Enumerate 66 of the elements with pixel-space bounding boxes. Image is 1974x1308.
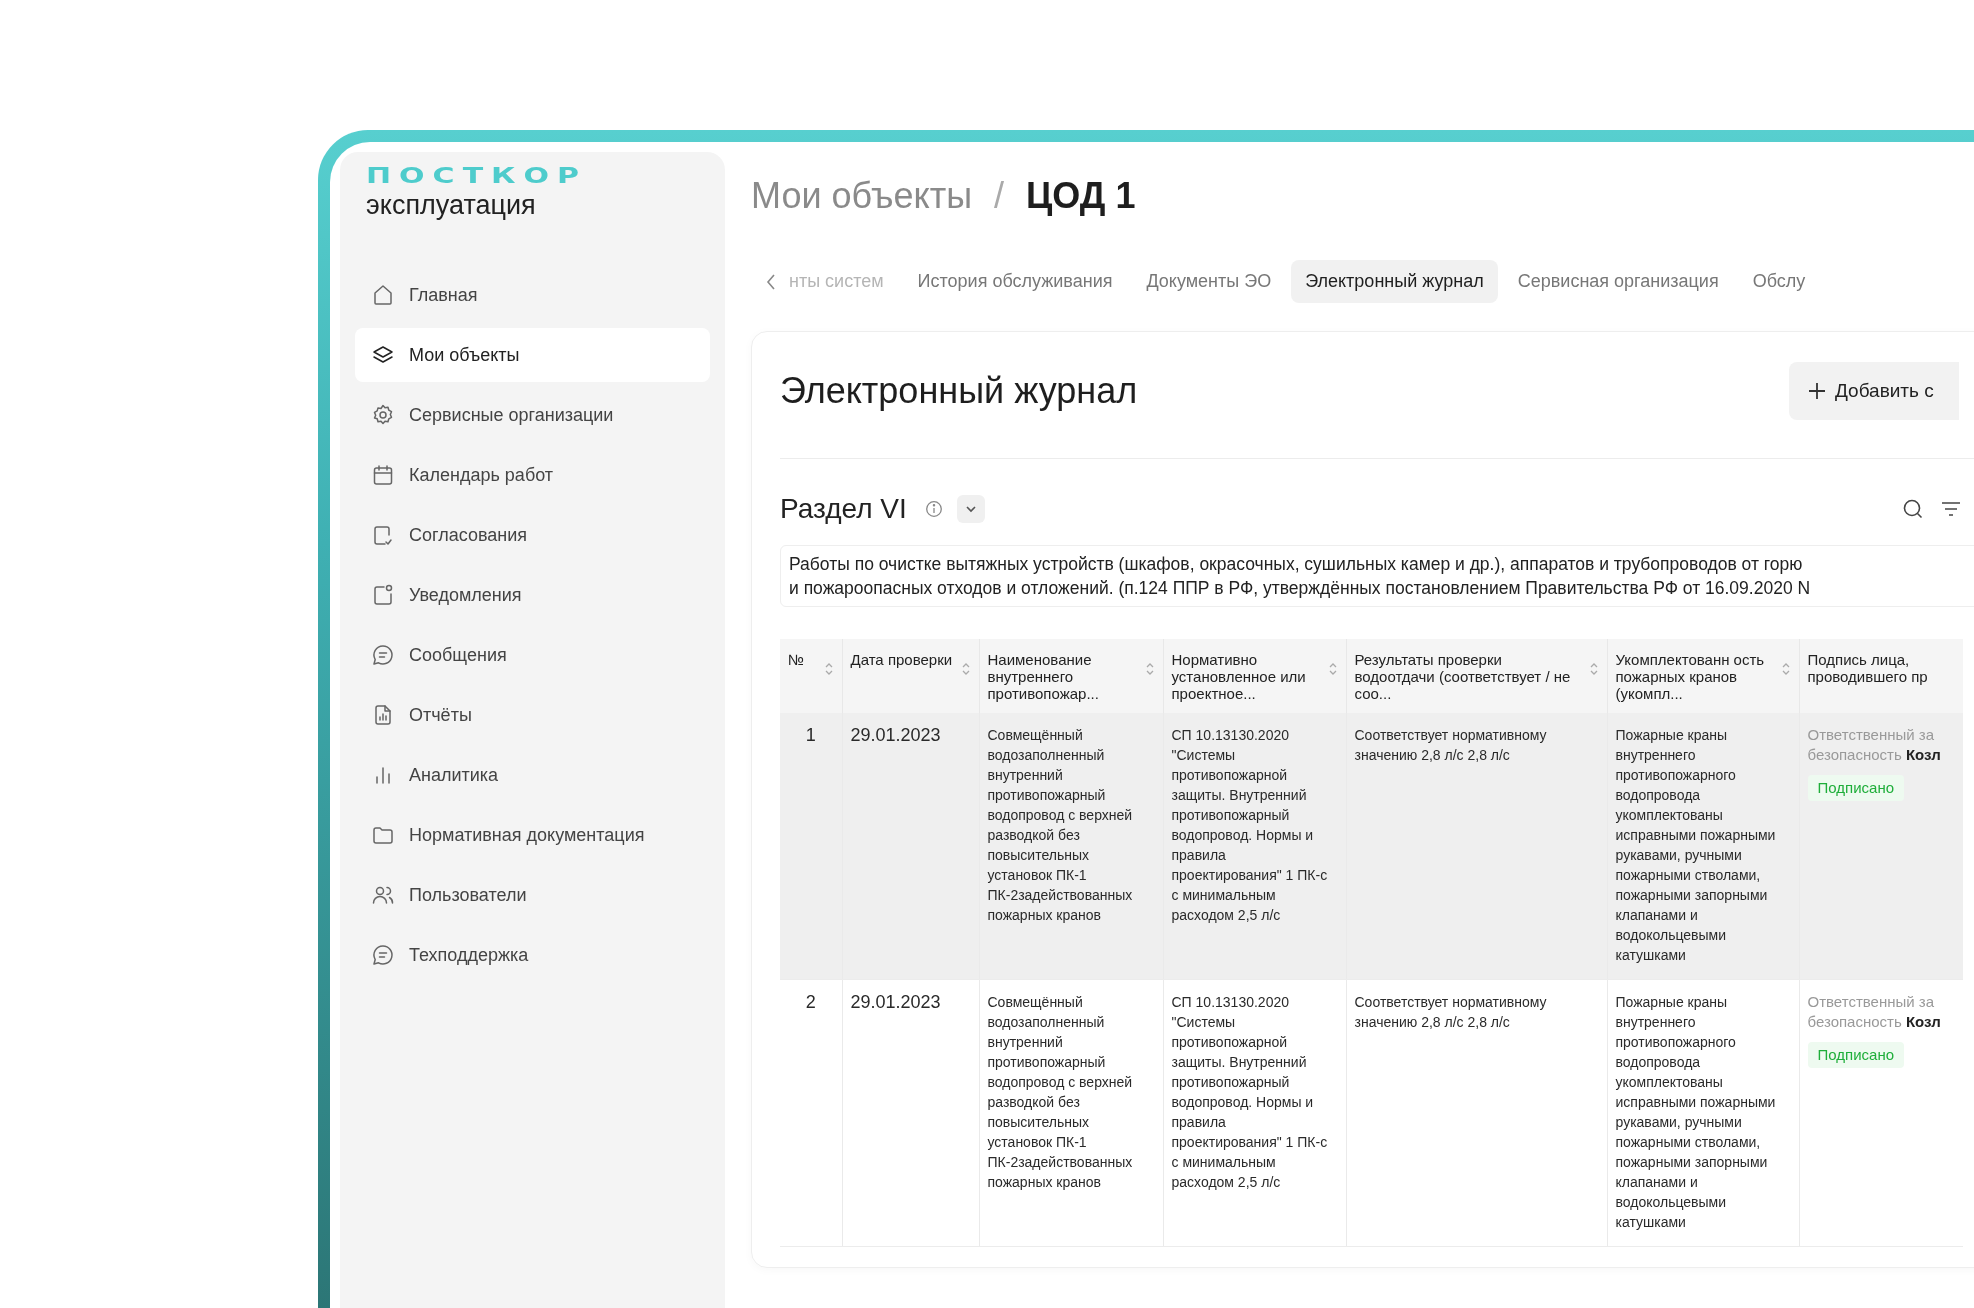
sidebar-item[interactable]: Отчёты	[355, 688, 710, 742]
sidebar-item[interactable]: Сообщения	[355, 628, 710, 682]
notification-icon	[371, 583, 395, 607]
sidebar-item[interactable]: Уведомления	[355, 568, 710, 622]
tab[interactable]: История обслуживания	[903, 260, 1127, 303]
tab[interactable]: Документы ЭО	[1132, 260, 1286, 303]
table-cell: Пожарные краны внутреннего противопожарного водопровода укомплектованы исправными пожарными рукавами, ручными пожарными стволами, пожарными запорными клапанами и водокольцевыми катушками	[1607, 979, 1799, 1247]
sidebar-item[interactable]: Согласования	[355, 508, 710, 562]
sort-icon[interactable]	[960, 661, 971, 677]
sort-icon[interactable]	[823, 661, 834, 677]
column-header[interactable]: Нормативно установленное или проектное...	[1163, 639, 1346, 713]
column-header[interactable]: Дата проверки	[842, 639, 979, 713]
sidebar-item[interactable]: Аналитика	[355, 748, 710, 802]
table-cell: 29.01.2023	[842, 713, 979, 980]
table-cell: Пожарные краны внутреннего противопожарного водопровода укомплектованы исправными пожарными рукавами, ручными пожарными стволами, пожарными запорными клапанами и водокольцевыми катушками	[1607, 713, 1799, 980]
sort-icon[interactable]	[1144, 661, 1155, 677]
search-icon[interactable]	[1901, 497, 1925, 521]
calendar-icon	[371, 463, 395, 487]
document-check-icon	[371, 523, 395, 547]
tab[interactable]: Обслу	[1738, 260, 1820, 303]
table-cell: Соответствует нормативному значению 2,8 л/с 2,8 л/с	[1346, 979, 1607, 1247]
signer-text: Ответственный за безопасность Козл	[1807, 725, 1942, 765]
table-cell: СП 10.13130.2020 "Системы противопожарной защиты. Внутренний противопожарный водопровод. Нормы и правила проектирования" 1 ПК-с с минимальным расходом 2,5 л/с	[1163, 979, 1346, 1247]
chat-icon	[371, 943, 395, 967]
status-badge: Подписано	[1807, 1042, 1905, 1068]
table-cell: Совмещённый водозаполненный внутренний противопожарный водопровод с верхней разводкой без повысительных установок ПК-1 ПК-2задействованных пожарных кранов	[979, 713, 1163, 980]
section-title: Электронный журнал	[780, 370, 1138, 412]
sidebar-item[interactable]: Пользователи	[355, 868, 710, 922]
sidebar-item[interactable]: Сервисные организации	[355, 388, 710, 442]
tab[interactable]: Электронный журнал	[1291, 260, 1498, 303]
gear-icon	[371, 403, 395, 427]
table-cell: 2	[780, 979, 842, 1247]
info-icon[interactable]	[924, 500, 943, 518]
column-header: Подпись лица, проводившего пр	[1799, 639, 1963, 713]
signer-text: Ответственный за безопасность Козл	[1807, 992, 1942, 1032]
breadcrumb-separator: /	[994, 174, 1005, 218]
column-header[interactable]: №	[780, 639, 842, 713]
table-cell: 29.01.2023	[842, 979, 979, 1247]
table-cell: Соответствует нормативному значению 2,8 л/с 2,8 л/с	[1346, 713, 1607, 980]
chevron-left-icon[interactable]	[765, 272, 777, 291]
sidebar-item[interactable]: Календарь работ	[355, 448, 710, 502]
tab[interactable]: Сервисная организация	[1503, 260, 1733, 303]
home-icon	[371, 283, 395, 307]
logo-subtitle: эксплуатация	[365, 190, 537, 220]
table-cell: СП 10.13130.2020 "Системы противопожарной защиты. Внутренний противопожарный водопровод. Нормы и правила проектирования" 1 ПК-с с минимальным расходом 2,5 л/с	[1163, 713, 1346, 980]
logo-brand: ПОСТКОР	[365, 166, 589, 187]
subsection-title: Раздел VI	[780, 493, 907, 525]
dropdown-button[interactable]	[956, 495, 985, 523]
page-title: ЦОД 1	[1026, 174, 1136, 218]
column-header[interactable]: Результаты проверки водоотдачи (соответствует / не соо...	[1346, 639, 1607, 713]
sidebar-item[interactable]: Нормативная документация	[355, 808, 710, 862]
sidebar-item[interactable]: Мои объекты	[355, 328, 710, 382]
plus-icon	[1807, 381, 1827, 401]
column-header[interactable]: Наименование внутреннего противопожар...	[979, 639, 1163, 713]
chat-icon	[371, 643, 395, 667]
section-description: Работы по очистке вытяжных устройств (шкафов, окрасочных, сушильных камер и др.), аппаратов и трубопроводов от горю и пожароопасных отходов и отложений. (п.124 ППР в РФ, утверждённых постановлением Правительства РФ от 16.09.2020 N	[780, 545, 1974, 607]
sidebar-item[interactable]: Главная	[355, 268, 710, 322]
add-button[interactable]: Добавить с	[1789, 362, 1959, 420]
sort-icon[interactable]	[1327, 661, 1338, 677]
status-badge: Подписано	[1807, 775, 1905, 801]
sort-icon[interactable]	[1588, 661, 1599, 677]
sidebar-item[interactable]: Техподдержка	[355, 928, 710, 982]
table-cell: Совмещённый водозаполненный внутренний противопожарный водопровод с верхней разводкой без повысительных установок ПК-1 ПК-2задействованных пожарных кранов	[979, 979, 1163, 1247]
sort-icon[interactable]	[1780, 661, 1791, 677]
column-header[interactable]: Укомплектованн ость пожарных кранов (укомпл...	[1607, 639, 1799, 713]
table-cell: 1	[780, 713, 842, 980]
